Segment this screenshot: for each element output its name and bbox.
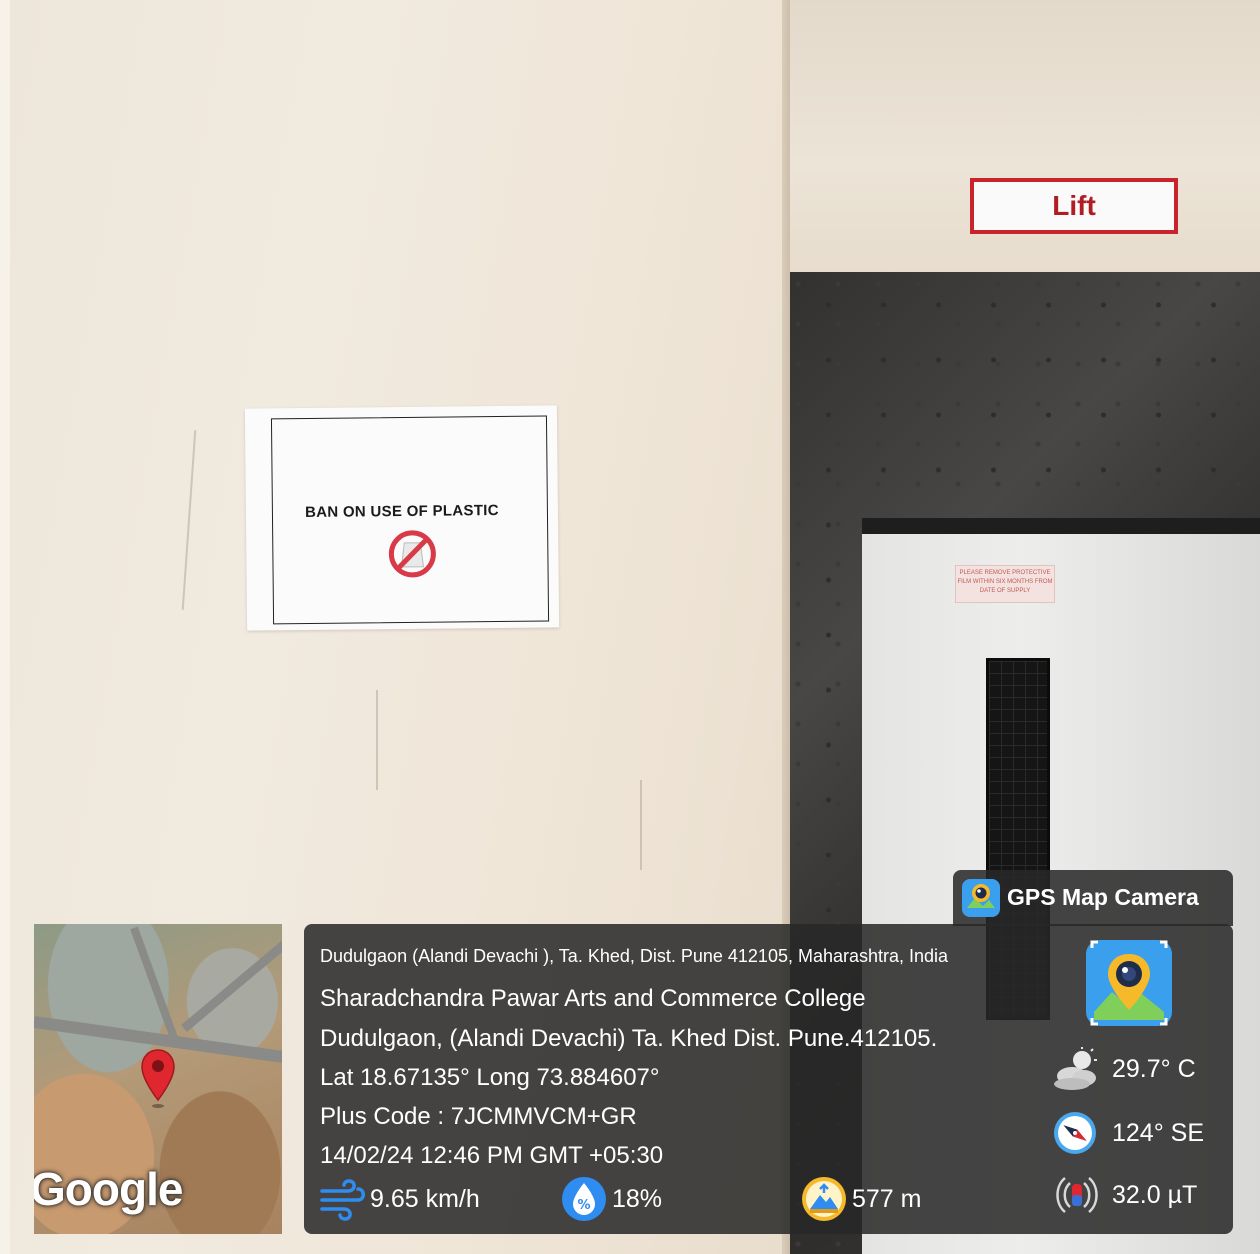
date-time: 14/02/24 12:46 PM GMT +05:30 [320, 1142, 664, 1169]
app-name-tab: GPS Map Camera [953, 870, 1233, 926]
google-logo: Google [34, 1163, 183, 1215]
coordinates: Lat 18.67135° Long 73.884607° [320, 1064, 660, 1091]
wind-value: 9.65 km/h [370, 1184, 480, 1213]
altitude-icon [802, 1177, 846, 1221]
place-name-line-1: Sharadchandra Pawar Arts and Commerce Co… [320, 985, 866, 1012]
map-road [130, 926, 179, 1043]
door-sticker: PLEASE REMOVE PROTECTIVE FILM WITHIN SIX… [955, 565, 1055, 603]
address-line: Dudulgaon (Alandi Devachi ), Ta. Khed, D… [320, 946, 949, 966]
temperature-stat: 29.7° C [1052, 1046, 1196, 1092]
location-info-panel: Dudulgaon (Alandi Devachi ), Ta. Khed, D… [304, 924, 1233, 1234]
compass-stat: 124° SE [1052, 1110, 1204, 1156]
poster-title: BAN ON USE OF PLASTIC [304, 501, 499, 522]
magnetic-value: 32.0 µT [1112, 1180, 1198, 1209]
magnetic-field-icon [1056, 1177, 1098, 1213]
humidity-stat: % 18% [560, 1174, 662, 1224]
wall-crack [376, 690, 378, 790]
magnetic-stat: 32.0 µT [1052, 1172, 1197, 1218]
map-pin-icon [141, 1049, 175, 1108]
place-name-line-2: Dudulgaon, (Alandi Devachi) Ta. Khed Dis… [320, 1025, 938, 1052]
compass-icon [1054, 1112, 1096, 1154]
temperature-value: 29.7° C [1112, 1054, 1196, 1083]
humidity-icon: % [562, 1177, 606, 1221]
cloudy-weather-icon [1054, 1047, 1097, 1090]
altitude-stat: 577 m [800, 1174, 921, 1224]
wall-crack [640, 780, 642, 870]
map-road [181, 924, 282, 1032]
lift-sign: Lift [970, 178, 1178, 234]
app-logo-icon [1086, 940, 1172, 1026]
wind-icon [320, 1179, 365, 1221]
app-name: GPS Map Camera [1007, 884, 1199, 910]
humidity-value: 18% [612, 1184, 663, 1213]
svg-text:%: % [577, 1198, 590, 1213]
plus-code: Plus Code : 7JCMMVCM+GR [320, 1103, 637, 1130]
wind-stat: 9.65 km/h [318, 1174, 480, 1224]
gps-map-camera-icon [962, 879, 1000, 917]
compass-value: 124° SE [1112, 1118, 1205, 1147]
altitude-value: 577 m [852, 1184, 922, 1213]
map-thumbnail[interactable]: Google [34, 924, 282, 1234]
no-plastic-icon [388, 530, 436, 578]
plastic-ban-poster: BAN ON USE OF PLASTIC [244, 405, 560, 631]
